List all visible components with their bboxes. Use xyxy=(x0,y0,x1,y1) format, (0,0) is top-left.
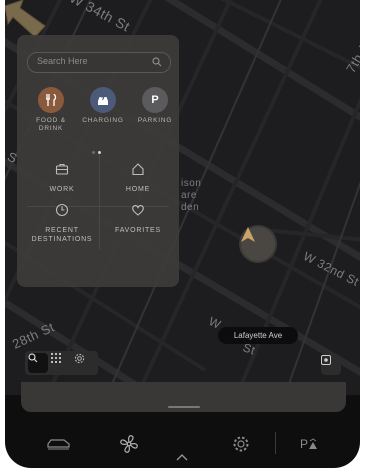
home-icon xyxy=(132,163,144,176)
divider xyxy=(99,155,100,250)
search-icon xyxy=(152,57,162,67)
shortcut-label: WORK xyxy=(49,186,75,193)
shortcut-favorites[interactable]: FAVORITES xyxy=(103,203,173,235)
dock-settings-button[interactable] xyxy=(227,432,255,456)
chevron-up-icon[interactable] xyxy=(175,453,189,461)
pointer-arrow-icon xyxy=(5,0,46,38)
poi-label-line1: ison xyxy=(181,178,202,189)
current-location-marker xyxy=(241,227,275,261)
shortcut-label: HOME xyxy=(125,186,151,193)
sheet-drag-handle[interactable] xyxy=(168,406,200,408)
navigation-panel: Search Here FOOD & DRINK CHARGING P PARK… xyxy=(17,35,179,287)
toolbar-search-button[interactable] xyxy=(28,353,48,373)
shortcut-label: FAVORITES xyxy=(115,227,161,234)
car-charging-icon xyxy=(90,87,116,113)
dock-park-assist-button[interactable]: P xyxy=(295,432,323,456)
shortcut-label: RECENT DESTINATIONS xyxy=(31,227,93,243)
page-indicator xyxy=(90,141,102,159)
map-toolbar xyxy=(25,351,98,375)
vehicle-dock: P xyxy=(5,420,360,468)
briefcase-icon xyxy=(55,163,69,175)
dock-car-button[interactable] xyxy=(45,432,73,456)
parking-icon: P xyxy=(142,87,168,113)
category-label: FOOD & DRINK xyxy=(36,117,66,132)
category-food-drink[interactable]: FOOD & DRINK xyxy=(24,87,78,133)
poi-label-line2: are xyxy=(181,190,197,201)
dock-divider xyxy=(275,432,276,454)
park-assist-waves-icon xyxy=(309,438,317,449)
current-street-tag: Lafayette Ave xyxy=(218,327,298,344)
gear-icon xyxy=(233,436,249,452)
category-label: PARKING xyxy=(137,117,173,124)
fork-knife-icon xyxy=(38,87,64,113)
heart-icon xyxy=(132,205,144,216)
toolbar-settings-button[interactable] xyxy=(74,353,94,373)
category-charging[interactable]: CHARGING xyxy=(76,87,130,125)
recenter-button[interactable] xyxy=(321,355,341,375)
navigation-arrow-icon xyxy=(241,227,255,242)
poi-label-line3: den xyxy=(181,202,200,213)
page-dot-active xyxy=(97,151,101,154)
bottom-sheet[interactable] xyxy=(21,382,346,412)
shortcut-work[interactable]: WORK xyxy=(27,162,97,194)
dock-climate-button[interactable] xyxy=(115,432,143,456)
grid-icon xyxy=(51,353,61,363)
fan-icon xyxy=(120,435,138,453)
search-input[interactable]: Search Here xyxy=(27,52,171,73)
search-placeholder: Search Here xyxy=(37,56,88,66)
category-label: CHARGING xyxy=(82,117,124,124)
toolbar-grid-button[interactable] xyxy=(51,353,71,373)
settings-icon xyxy=(74,353,85,364)
shortcut-home[interactable]: HOME xyxy=(103,162,173,194)
recenter-icon xyxy=(321,355,331,365)
search-icon xyxy=(28,353,38,363)
shortcut-recent-destinations[interactable]: RECENT DESTINATIONS xyxy=(27,203,97,244)
app-frame: W 34th St 7th Ave S W 32nd St 28th St W … xyxy=(5,0,360,468)
category-parking[interactable]: P PARKING xyxy=(128,87,182,125)
car-icon xyxy=(47,439,70,450)
park-assist-icon: P xyxy=(299,437,308,451)
page-dot xyxy=(91,151,95,154)
clock-icon xyxy=(55,203,69,217)
